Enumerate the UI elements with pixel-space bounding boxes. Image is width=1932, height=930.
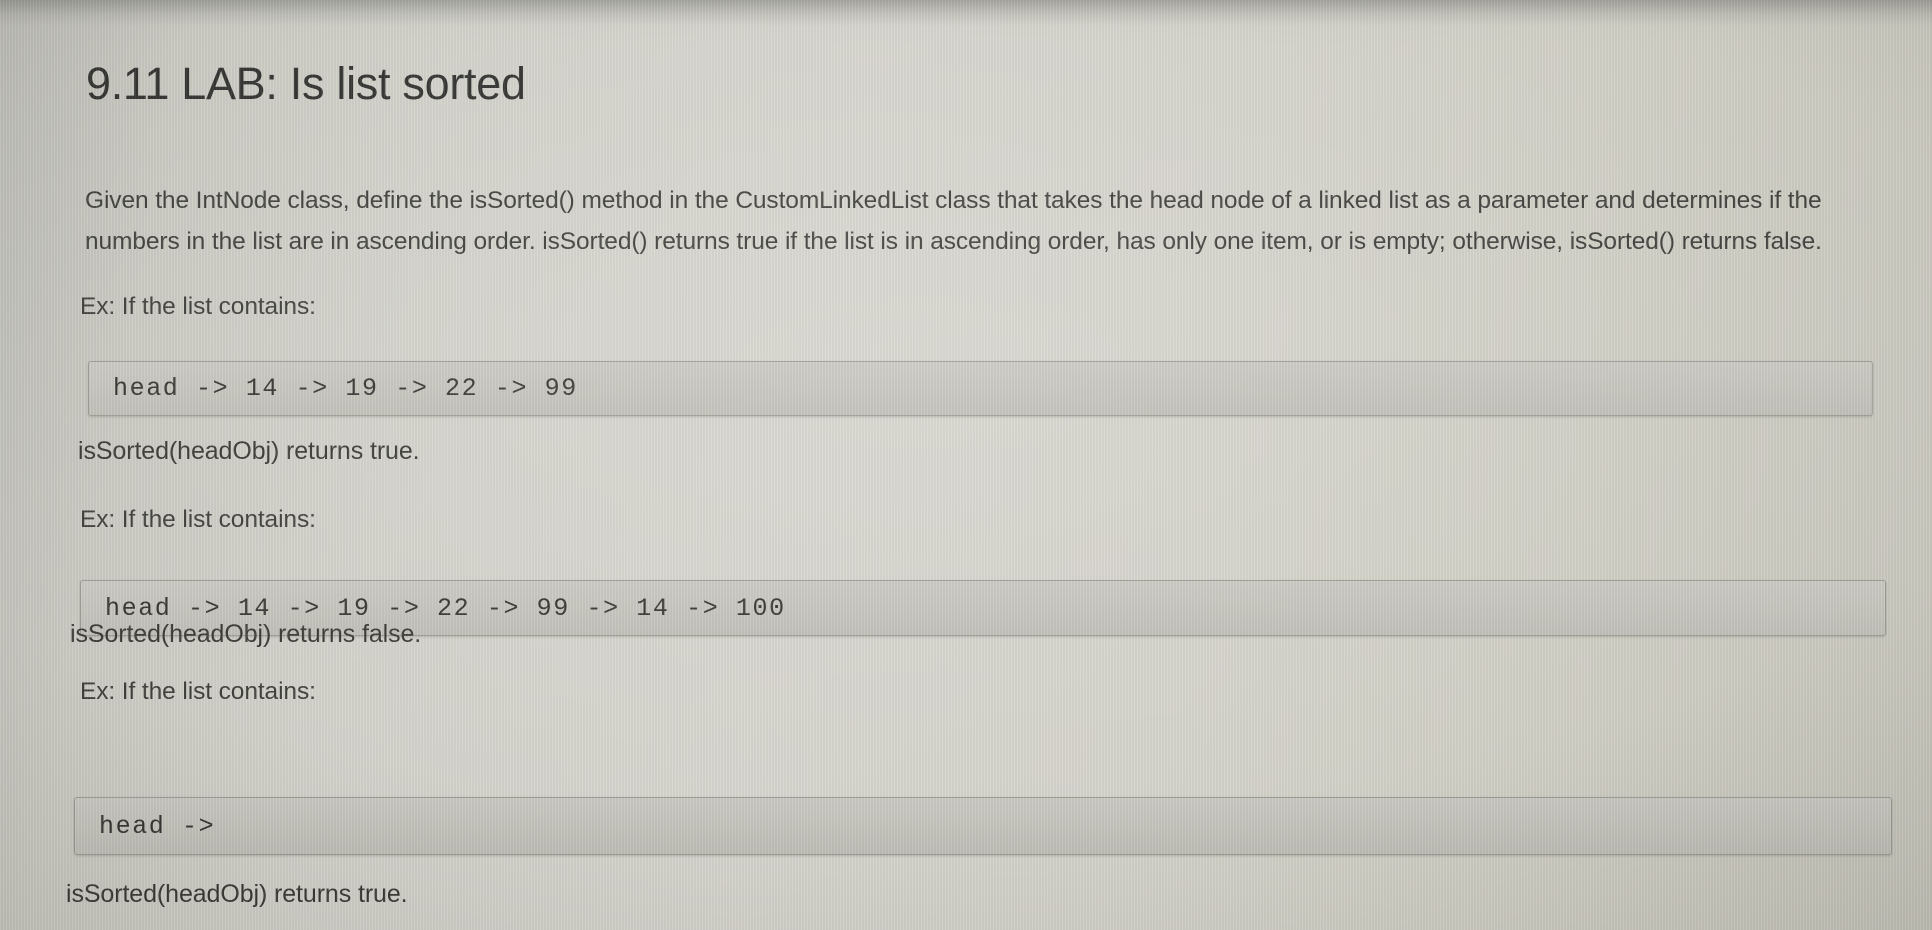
code-block-3-text: head -> [99, 811, 216, 841]
example-result-1: isSorted(headObj) returns true. [78, 437, 420, 465]
code-block-2-text: head -> 14 -> 19 -> 22 -> 99 -> 14 -> 10… [105, 593, 786, 623]
code-block-1: head -> 14 -> 19 -> 22 -> 99 [88, 361, 1873, 416]
code-block-1-text: head -> 14 -> 19 -> 22 -> 99 [113, 374, 578, 403]
example-label-2: Ex: If the list contains: [80, 506, 316, 533]
example-result-2: isSorted(headObj) returns false. [70, 620, 422, 648]
example-label-1: Ex: If the list contains: [80, 293, 316, 320]
code-block-3: head -> [74, 797, 1892, 855]
lab-content: 9.11 LAB: Is list sorted Given the IntNo… [0, 0, 1932, 930]
page-title: 9.11 LAB: Is list sorted [86, 58, 526, 110]
photographed-screen: 9.11 LAB: Is list sorted Given the IntNo… [0, 0, 1932, 930]
example-label-3: Ex: If the list contains: [80, 678, 316, 705]
example-result-3: isSorted(headObj) returns true. [66, 880, 408, 908]
lab-description: Given the IntNode class, define the isSo… [85, 186, 1822, 255]
